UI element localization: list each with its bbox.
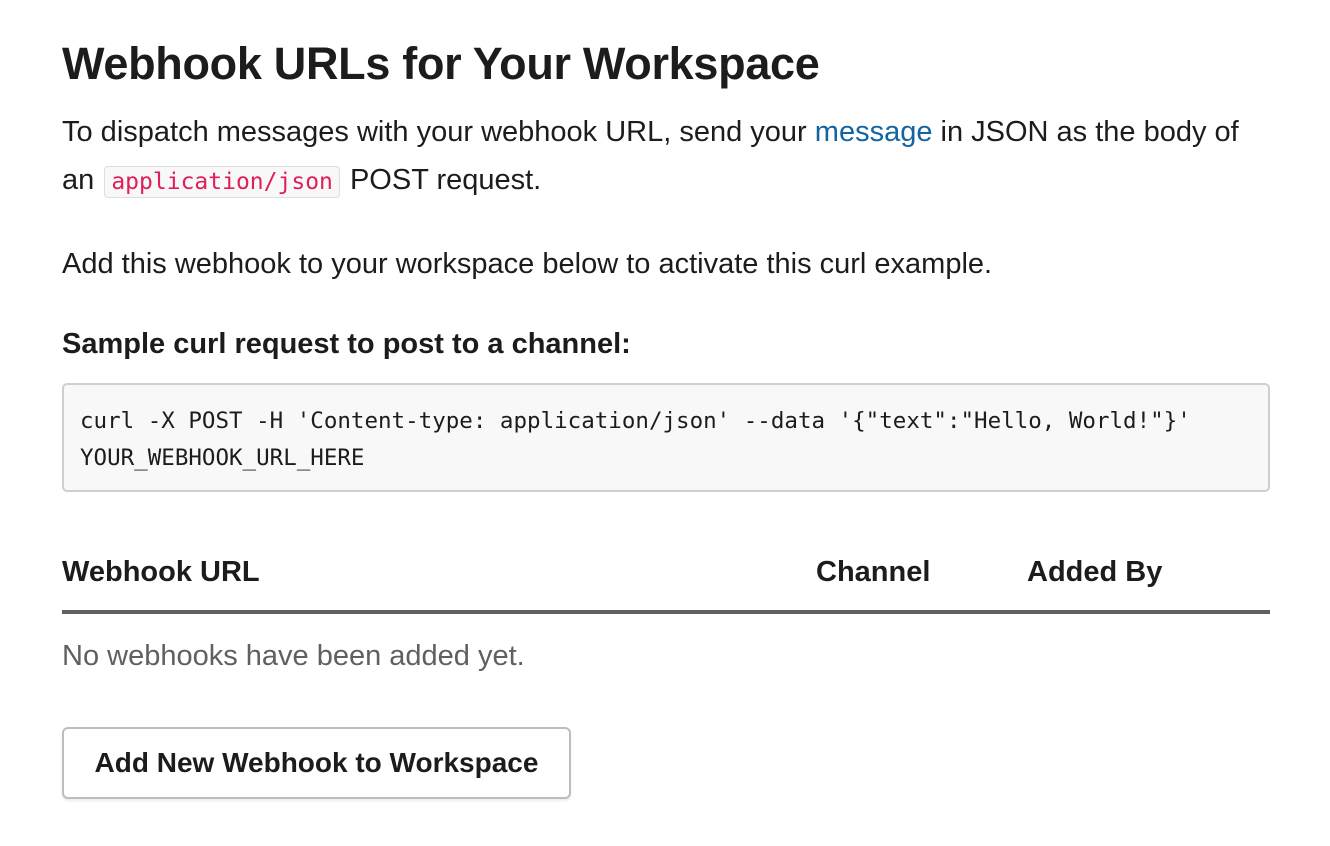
add-new-webhook-button[interactable]: Add New Webhook to Workspace [62,727,571,799]
page-title: Webhook URLs for Your Workspace [62,38,820,89]
message-link[interactable]: message [815,116,933,148]
activate-note: Add this webhook to your workspace below… [62,248,993,280]
webhook-urls-section: Webhook URLs for Your Workspace To dispa… [0,0,1330,846]
column-header-channel: Channel [816,556,931,588]
webhooks-table: Webhook URL Channel Added By No webhooks… [62,550,1270,676]
inline-code-content-type: application/json [104,166,340,198]
column-header-added-by: Added By [1027,556,1163,588]
webhooks-table-header: Webhook URL Channel Added By [62,550,1270,614]
intro-text-end: POST request. [341,164,542,196]
intro-paragraph: To dispatch messages with your webhook U… [62,108,1270,206]
sample-curl-code-block: curl -X POST -H 'Content-type: applicati… [62,383,1270,492]
empty-table-message: No webhooks have been added yet. [62,640,525,672]
intro-text-start: To dispatch messages with your webhook U… [62,116,815,148]
column-header-webhook-url: Webhook URL [62,556,260,588]
sample-curl-heading: Sample curl request to post to a channel… [62,328,631,360]
